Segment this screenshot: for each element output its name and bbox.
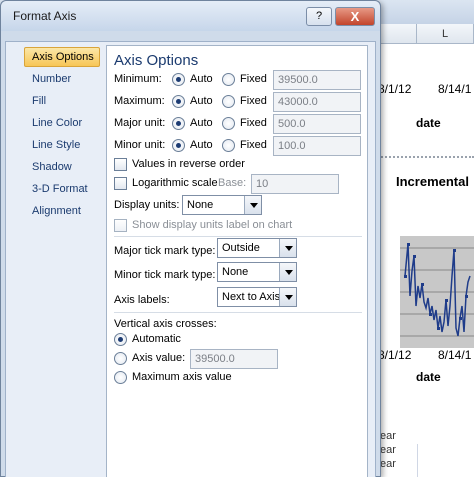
legend-entry: ear (380, 458, 396, 470)
minor-tick-select[interactable]: None (217, 262, 297, 282)
axis-labels-label: Axis labels: (114, 294, 170, 306)
nav-item-number[interactable]: Number (24, 69, 100, 89)
dialog-titlebar[interactable]: Format Axis ? X (1, 1, 380, 31)
help-button[interactable]: ? (306, 7, 332, 26)
display-units-label: Display units: (114, 199, 180, 211)
base-label: Base: (218, 177, 247, 189)
chart-border (378, 156, 474, 160)
minor-tick-value: None (222, 266, 249, 278)
maximum-auto-radio[interactable] (172, 95, 185, 108)
chevron-down-icon[interactable] (244, 196, 261, 214)
major-tick-label: Major tick mark type: (114, 245, 216, 257)
minor-unit-fixed-label: Fixed (240, 139, 267, 151)
column-header-l[interactable]: L (417, 24, 474, 44)
x-tick-label: 8/1/12 (378, 82, 412, 96)
line-series (400, 243, 474, 337)
x-tick-label: 8/14/1 (438, 348, 472, 362)
minimum-label: Minimum: (114, 73, 162, 85)
nav-item-fill[interactable]: Fill (24, 91, 100, 111)
chevron-down-icon[interactable] (279, 288, 296, 306)
log-scale-label: Logarithmic scale (132, 177, 218, 189)
legend-entry: ear (380, 430, 396, 442)
minor-tick-label: Minor tick mark type: (114, 269, 216, 281)
nav-item-line-color[interactable]: Line Color (24, 113, 100, 133)
major-unit-auto-label: Auto (190, 117, 213, 129)
minor-unit-value-field[interactable]: 100.0 (273, 136, 361, 156)
major-tick-select[interactable]: Outside (217, 238, 297, 258)
major-tick-value: Outside (222, 242, 260, 254)
major-unit-label: Major unit: (114, 117, 166, 129)
crosses-automatic-label: Automatic (132, 333, 181, 345)
reverse-order-checkbox[interactable] (114, 158, 127, 171)
x-axis-title: date (416, 116, 441, 130)
axis-labels-value: Next to Axis (222, 291, 281, 303)
minimum-value-field[interactable]: 39500.0 (273, 70, 361, 90)
chart-area[interactable]: 8/1/12 8/14/1 date Incremental 8/1/12 8/… (378, 44, 474, 444)
dialog-title: Format Axis (13, 9, 77, 23)
display-units-select[interactable]: None (182, 195, 262, 215)
minimum-auto-label: Auto (190, 73, 213, 85)
crosses-label: Vertical axis crosses: (114, 318, 217, 330)
maximum-fixed-radio[interactable] (222, 95, 235, 108)
x-tick-label: 8/14/1 (438, 82, 472, 96)
chart-title: Incremental (396, 174, 469, 189)
column-header-k[interactable] (381, 24, 417, 44)
divider (114, 236, 362, 237)
nav-item-axis-options[interactable]: Axis Options (24, 47, 100, 67)
minimum-fixed-radio[interactable] (222, 73, 235, 86)
maximum-label: Maximum: (114, 95, 165, 107)
chevron-down-icon[interactable] (279, 263, 296, 281)
nav-item-line-style[interactable]: Line Style (24, 135, 100, 155)
nav-item-3d-format[interactable]: 3-D Format (24, 179, 100, 199)
x-axis-title: date (416, 370, 441, 384)
minimum-auto-radio[interactable] (172, 73, 185, 86)
show-units-label-text: Show display units label on chart (132, 219, 293, 231)
minor-unit-auto-radio[interactable] (172, 139, 185, 152)
major-unit-fixed-radio[interactable] (222, 117, 235, 130)
legend-entry: ear (380, 444, 396, 456)
crosses-maximum-radio[interactable] (114, 371, 127, 384)
maximum-auto-label: Auto (190, 95, 213, 107)
maximum-value-field[interactable]: 43000.0 (273, 92, 361, 112)
minor-unit-auto-label: Auto (190, 139, 213, 151)
divider (114, 312, 362, 313)
minor-unit-label: Minor unit: (114, 139, 166, 151)
crosses-automatic-radio[interactable] (114, 333, 127, 346)
panel-title: Axis Options (114, 52, 199, 69)
x-tick-label: 8/1/12 (378, 348, 412, 362)
nav-item-shadow[interactable]: Shadow (24, 157, 100, 177)
close-button[interactable]: X (335, 7, 375, 26)
plot-area (400, 236, 474, 348)
major-unit-auto-radio[interactable] (172, 117, 185, 130)
display-units-value: None (187, 199, 214, 211)
chevron-down-icon[interactable] (279, 239, 296, 257)
axis-labels-select[interactable]: Next to Axis (217, 287, 297, 307)
minimum-fixed-label: Fixed (240, 73, 267, 85)
major-unit-value-field[interactable]: 500.0 (273, 114, 361, 134)
minor-unit-fixed-radio[interactable] (222, 139, 235, 152)
log-scale-checkbox[interactable] (114, 177, 127, 190)
crosses-maximum-label: Maximum axis value (132, 371, 232, 383)
maximum-fixed-label: Fixed (240, 95, 267, 107)
crosses-axis-value-field[interactable]: 39500.0 (190, 349, 278, 369)
crosses-axis-value-radio[interactable] (114, 352, 127, 365)
crosses-axis-value-label: Axis value: (132, 352, 186, 364)
base-value-field[interactable]: 10 (251, 174, 339, 194)
show-units-label-checkbox[interactable] (114, 219, 127, 232)
nav-item-alignment[interactable]: Alignment (24, 201, 100, 221)
major-unit-fixed-label: Fixed (240, 117, 267, 129)
reverse-order-label: Values in reverse order (132, 158, 245, 170)
